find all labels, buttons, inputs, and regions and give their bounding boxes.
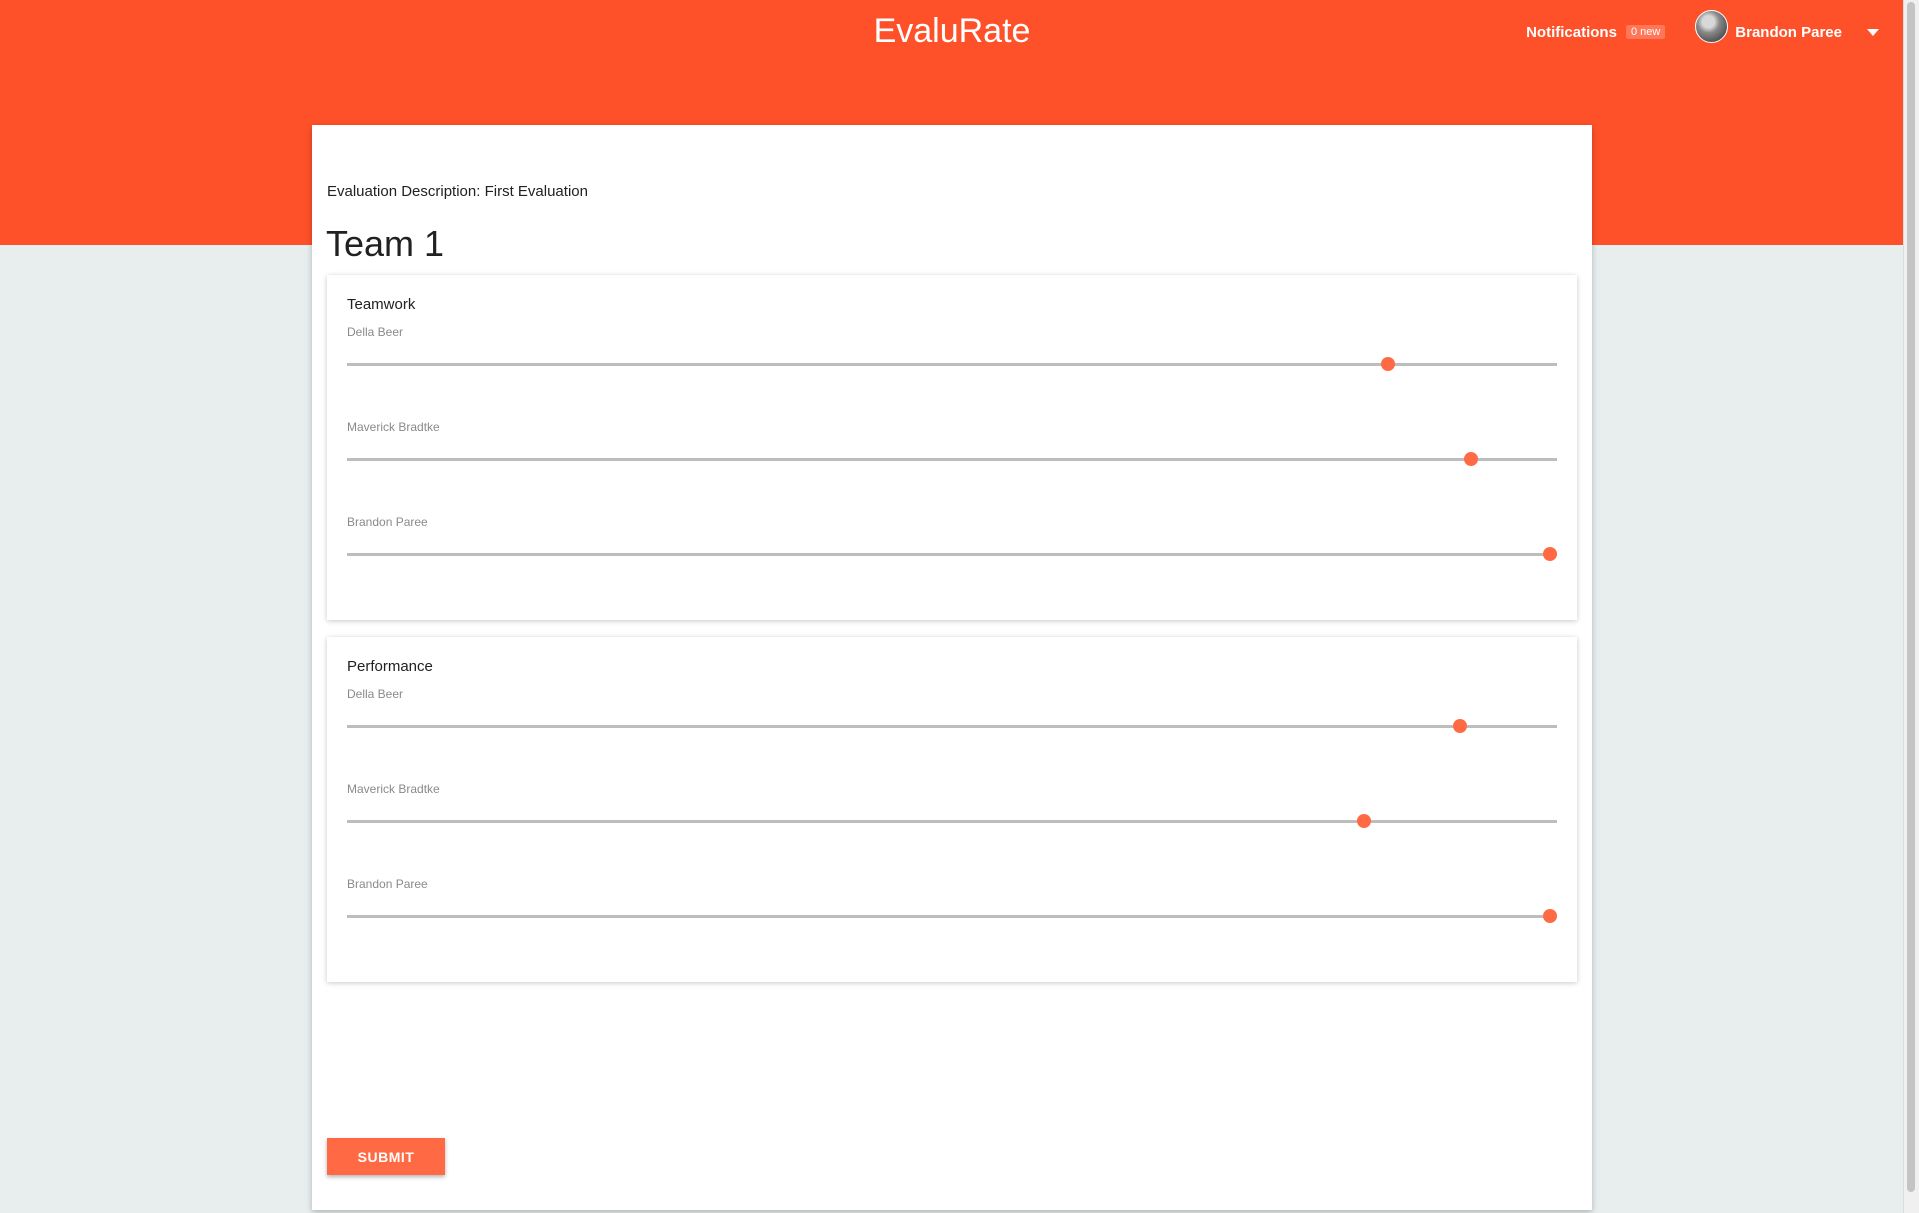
rating-row: Maverick Bradtke — [347, 782, 1557, 862]
member-label: Della Beer — [347, 687, 404, 701]
scrollbar-thumb[interactable] — [1907, 2, 1915, 1192]
rating-row: Della Beer — [347, 325, 1557, 405]
notifications-badge: 0 new — [1625, 25, 1666, 39]
rating-row: Brandon Paree — [347, 877, 1557, 957]
evaluation-description: Evaluation Description: First Evaluation — [327, 183, 588, 200]
rating-slider[interactable] — [347, 814, 1557, 828]
slider-thumb[interactable] — [1380, 357, 1395, 371]
submit-button[interactable]: SUBMIT — [327, 1138, 445, 1175]
notifications-link[interactable]: Notifications 0 new — [1526, 23, 1666, 41]
slider-thumb[interactable] — [1543, 909, 1557, 923]
rating-slider[interactable] — [347, 452, 1557, 466]
rating-row: Della Beer — [347, 687, 1557, 767]
header-nav: Notifications 0 new Brandon Paree — [1526, 0, 1889, 64]
slider-thumb[interactable] — [1356, 814, 1371, 828]
member-label: Brandon Paree — [347, 877, 428, 891]
user-name: Brandon Paree — [1735, 23, 1842, 41]
criterion-card-teamwork: Teamwork Della Beer Maverick Bradtke Bra… — [327, 275, 1577, 620]
slider-thumb[interactable] — [1452, 719, 1467, 733]
chevron-down-icon[interactable] — [1867, 28, 1879, 36]
member-label: Brandon Paree — [347, 515, 428, 529]
member-label: Della Beer — [347, 325, 404, 339]
page-scrollbar[interactable] — [1903, 0, 1919, 1213]
criterion-title: Performance — [347, 658, 433, 675]
avatar — [1695, 9, 1729, 43]
rating-row: Brandon Paree — [347, 515, 1557, 595]
rating-row: Maverick Bradtke — [347, 420, 1557, 500]
member-label: Maverick Bradtke — [347, 782, 440, 796]
rating-slider[interactable] — [347, 909, 1557, 923]
rating-slider[interactable] — [347, 357, 1557, 371]
member-label: Maverick Bradtke — [347, 420, 440, 434]
notifications-label: Notifications — [1526, 23, 1617, 41]
criterion-card-performance: Performance Della Beer Maverick Bradtke … — [327, 637, 1577, 982]
slider-thumb[interactable] — [1543, 547, 1557, 561]
rating-slider[interactable] — [347, 719, 1557, 733]
criterion-title: Teamwork — [347, 296, 416, 313]
slider-thumb[interactable] — [1463, 452, 1478, 466]
rating-slider[interactable] — [347, 547, 1557, 561]
user-menu[interactable]: Brandon Paree — [1695, 9, 1889, 43]
evaluation-sheet: Evaluation Description: First Evaluation… — [312, 125, 1592, 1210]
team-title: Team 1 — [326, 223, 445, 264]
